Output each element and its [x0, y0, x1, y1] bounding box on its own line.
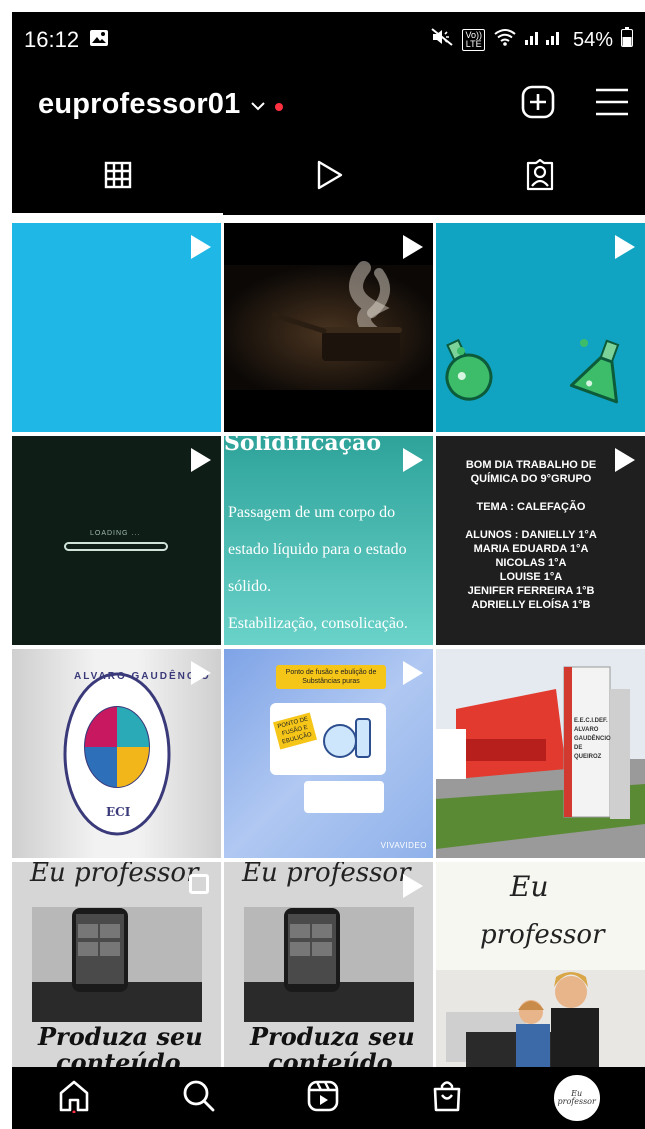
bottom-navigation: Eu professor [12, 1067, 645, 1129]
post-tile-2[interactable] [224, 223, 433, 432]
wifi-icon [493, 27, 517, 53]
chemistry-flasks-image [445, 338, 620, 404]
tab-tagged[interactable] [434, 140, 645, 215]
home-icon[interactable] [57, 1079, 91, 1118]
status-time: 16:12 [24, 27, 80, 52]
post-card: PONTO DE FUSÃO E EBULIÇÃO [270, 703, 386, 775]
post-subtitle: Produza seu [38, 1022, 203, 1051]
post-title: BOM DIA TRABALHO DE QUÍMICA DO 9°GRUPO [465, 459, 597, 485]
post-tile-11[interactable]: Eu professor Produza seu conteúdo [224, 862, 433, 1071]
status-bar: 16:12 Vo)) LTE 54% [12, 12, 645, 68]
student-line: ADRIELLY ELOÍSA 1°B [471, 599, 591, 611]
reel-icon [191, 235, 211, 259]
grid-icon [104, 161, 132, 194]
reel-icon [403, 661, 423, 685]
building-sign: E.E.C.I.DEF. ALVARO GAUDÊNCIO DE QUEIROZ [574, 718, 611, 760]
post-tile-4[interactable]: LOADING ... [12, 436, 221, 645]
loading-bar [64, 542, 168, 551]
children-laptop-image [436, 970, 645, 1071]
text-line: sólido. [228, 578, 272, 595]
menu-icon[interactable] [595, 87, 629, 122]
post-subtitle: Produza seu [250, 1022, 415, 1051]
post-tile-10[interactable]: Eu professor Produza seu conteúdo [12, 862, 221, 1071]
gallery-notification-icon [89, 29, 109, 52]
student-line: LOUISE 1°A [499, 571, 563, 583]
mute-icon [430, 27, 454, 53]
profile-avatar[interactable]: Eu professor [553, 1075, 600, 1121]
reel-icon [615, 448, 635, 472]
battery-icon [621, 27, 633, 53]
reels-icon[interactable] [306, 1079, 340, 1118]
school-building-image [436, 649, 645, 858]
video-watermark: VIVAVIDEO [380, 841, 427, 850]
signal-icon [524, 28, 565, 52]
profile-username[interactable]: euprofessor01 [38, 88, 240, 121]
student-line: ALUNOS : DANIELLY 1°A [465, 529, 597, 541]
post-tile-12[interactable]: Eu professor [436, 862, 645, 1071]
post-tile-8[interactable]: Ponto de fusão e ebulição de Substâncias… [224, 649, 433, 858]
play-icon [314, 159, 344, 196]
post-banner: Ponto de fusão e ebulição de Substâncias… [276, 665, 386, 689]
post-tile-7[interactable]: ALVARO GAUDÊNCIO ECI [12, 649, 221, 858]
post-tile-6[interactable]: BOM DIA TRABALHO DE QUÍMICA DO 9°GRUPO T… [436, 436, 645, 645]
steaming-pot-image [224, 261, 433, 390]
text-line: Passagem de um corpo do [228, 504, 396, 521]
card-label: PONTO DE FUSÃO E EBULIÇÃO [273, 712, 317, 750]
post-text-block: Passagem de um corpo do estado líquido p… [228, 494, 433, 642]
reel-icon [615, 235, 635, 259]
reel-icon [191, 661, 211, 685]
student-line: JENIFER FERREIRA 1°B [467, 585, 595, 597]
create-post-button[interactable] [521, 85, 555, 124]
student-line: NICOLAS 1°A [495, 557, 567, 569]
loading-label: LOADING ... [90, 530, 141, 537]
reel-icon [403, 448, 423, 472]
post-text-block: BOM DIA TRABALHO DE QUÍMICA DO 9°GRUPO T… [446, 458, 616, 612]
shop-icon[interactable] [431, 1079, 463, 1118]
chevron-down-icon[interactable] [250, 98, 266, 116]
tab-reels[interactable] [223, 140, 434, 215]
lab-equipment-icon [323, 718, 371, 758]
student-line: MARIA EDUARDA 1°A [473, 543, 589, 555]
reel-icon [403, 235, 423, 259]
reel-icon [191, 448, 211, 472]
tab-posts-grid[interactable] [12, 140, 223, 215]
instagram-profile-screen: 16:12 Vo)) LTE 54% euprofessor01 LOADING… [0, 0, 645, 1129]
tagged-person-icon [524, 158, 556, 196]
header-actions [521, 85, 629, 124]
post-title: Solidificação [224, 436, 381, 456]
school-abbrev: ECI [106, 805, 131, 819]
post-tile-1[interactable] [12, 223, 221, 432]
post-tile-9[interactable]: E.E.C.I.DEF. ALVARO GAUDÊNCIO DE QUEIROZ [436, 649, 645, 858]
notification-dot [275, 103, 284, 111]
status-indicators: Vo)) LTE 54% [430, 27, 633, 53]
post-tile-5[interactable]: Solidificação Passagem de um corpo do es… [224, 436, 433, 645]
profile-header: euprofessor01 [12, 68, 645, 140]
search-icon[interactable] [182, 1079, 216, 1118]
post-card-2 [304, 781, 384, 813]
battery-percent: 54% [572, 28, 613, 51]
text-line: Estabilização, consolicação. [228, 615, 408, 632]
text-line: estado líquido para o estado [228, 541, 407, 558]
profile-tabs [12, 140, 645, 215]
reel-icon [403, 874, 423, 898]
posts-grid: LOADING ... Solidificação Passagem de um… [12, 223, 645, 1071]
post-tile-3[interactable] [436, 223, 645, 432]
carousel-icon [189, 874, 209, 894]
post-tema: TEMA : CALEFAÇÃO [476, 501, 586, 513]
volte-badge: Vo)) LTE [462, 29, 485, 51]
